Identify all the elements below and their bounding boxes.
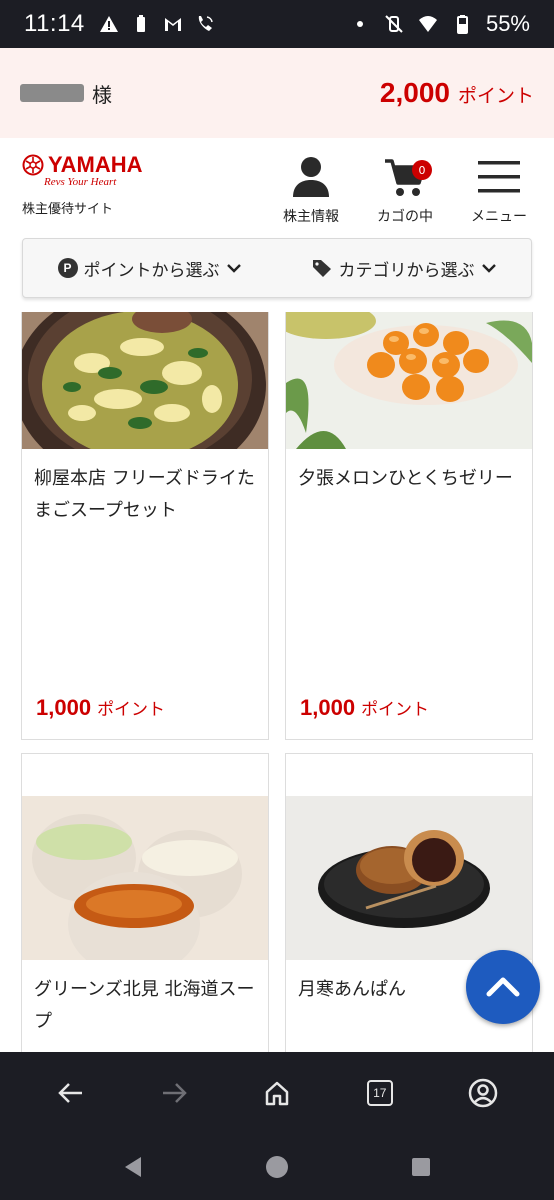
mute-icon — [385, 15, 403, 33]
product-image-egg-soup[interactable] — [22, 312, 268, 449]
filter-bar: P ポイントから選ぶ カテゴリから選ぶ — [22, 238, 532, 298]
user-suffix: 様 — [92, 82, 112, 107]
home-button[interactable] — [247, 1063, 307, 1123]
points-unit: ポイント — [457, 85, 534, 107]
product-card[interactable]: 夕張メロンひとくちゼリー 1,000 ポイント — [285, 312, 533, 740]
redacted-name — [20, 84, 84, 102]
filter-by-category-button[interactable]: カテゴリから選ぶ — [311, 256, 497, 281]
points-value: 2,000 — [379, 77, 450, 108]
back-button[interactable] — [41, 1063, 101, 1123]
product-price: 1,000 ポイント — [36, 695, 165, 721]
product-price-unit: ポイント — [97, 700, 166, 720]
tabs-button[interactable]: 17 — [350, 1063, 410, 1123]
user-icon — [293, 157, 329, 197]
nav-back-triangle-icon[interactable] — [121, 1155, 145, 1179]
product-price-unit: ポイント — [361, 700, 430, 720]
points-bar: 様 2,000 ポイント — [0, 48, 554, 138]
nav-menu-label: メニュー — [471, 209, 527, 225]
cart-count-badge: 0 — [412, 160, 432, 180]
brand-name: YAMAHA — [48, 152, 143, 177]
product-grid: 柳屋本店 フリーズドライたまごスープセット 1,000 ポイント 夕張メロンひと… — [0, 312, 554, 1052]
status-bar: 11:14 55% — [0, 0, 554, 48]
nav-account[interactable]: 株主情報 — [278, 152, 344, 226]
wifi-icon — [418, 16, 437, 32]
product-price-value: 1,000 — [36, 695, 92, 720]
warning-icon — [99, 16, 118, 32]
account-circle-icon — [468, 1078, 497, 1108]
product-price-value: 1,000 — [300, 695, 356, 720]
points-balance: 2,000 ポイント — [380, 77, 534, 109]
forward-button[interactable] — [144, 1063, 204, 1123]
product-card[interactable]: グリーンズ北見 北海道スープ — [21, 753, 269, 1052]
arrow-left-icon — [58, 1083, 83, 1103]
browser-toolbar: 17 — [0, 1052, 554, 1134]
battery-icon — [456, 15, 468, 34]
hamburger-icon — [478, 161, 520, 193]
scroll-to-top-button[interactable] — [466, 950, 540, 1024]
product-price: 1,000 ポイント — [300, 695, 429, 721]
gmail-icon — [164, 18, 181, 31]
yamaha-emblem-icon — [22, 154, 44, 176]
home-icon — [265, 1081, 289, 1106]
site-label: 株主優待サイト — [22, 202, 114, 217]
filter-by-points-button[interactable]: P ポイントから選ぶ — [57, 256, 242, 281]
product-name[interactable]: 夕張メロンひとくちゼリー — [286, 449, 532, 495]
nav-cart[interactable]: 0 カゴの中 — [372, 152, 438, 226]
nav-cart-label: カゴの中 — [377, 209, 433, 225]
chevron-up-icon — [486, 977, 520, 997]
arrow-right-icon — [163, 1083, 187, 1103]
chevron-down-icon — [481, 264, 496, 273]
site-header: YAMAHA Revs Your Heart 株主優待サイト 株主情報 0 カゴ… — [0, 138, 554, 234]
nav-recents-square-icon[interactable] — [409, 1155, 433, 1179]
header-nav: 株主情報 0 カゴの中 メニュー — [278, 152, 532, 226]
status-time: 11:14 — [24, 10, 85, 37]
product-name[interactable]: グリーンズ北見 北海道スープ — [22, 960, 268, 1038]
nav-home-circle-icon[interactable] — [265, 1155, 289, 1179]
filter-by-points-label: ポイントから選ぶ — [83, 260, 220, 281]
product-card[interactable]: 柳屋本店 フリーズドライたまごスープセット 1,000 ポイント — [21, 312, 269, 740]
tag-icon — [312, 260, 331, 277]
nav-account-label: 株主情報 — [283, 209, 339, 225]
battery-saver-icon — [136, 15, 145, 32]
phone-wifi-icon — [198, 16, 213, 31]
user-name: 様 — [20, 79, 112, 108]
brand-logo[interactable]: YAMAHA Revs Your Heart 株主優待サイト — [22, 152, 152, 217]
product-image-anpan[interactable] — [286, 796, 532, 960]
filter-by-category-label: カテゴリから選ぶ — [338, 260, 475, 281]
chevron-down-icon — [226, 264, 241, 273]
product-name[interactable]: 柳屋本店 フリーズドライたまごスープセット — [22, 449, 268, 527]
system-nav-bar — [0, 1134, 554, 1200]
dot-icon — [356, 21, 363, 27]
tab-count: 17 — [366, 1080, 393, 1106]
battery-percent: 55% — [485, 11, 530, 36]
product-image-hokkaido-soup[interactable] — [22, 796, 268, 960]
product-image-melon-jelly[interactable] — [286, 312, 532, 449]
nav-menu[interactable]: メニュー — [466, 152, 532, 226]
points-p-icon: P — [57, 258, 78, 278]
account-button[interactable] — [453, 1063, 513, 1123]
